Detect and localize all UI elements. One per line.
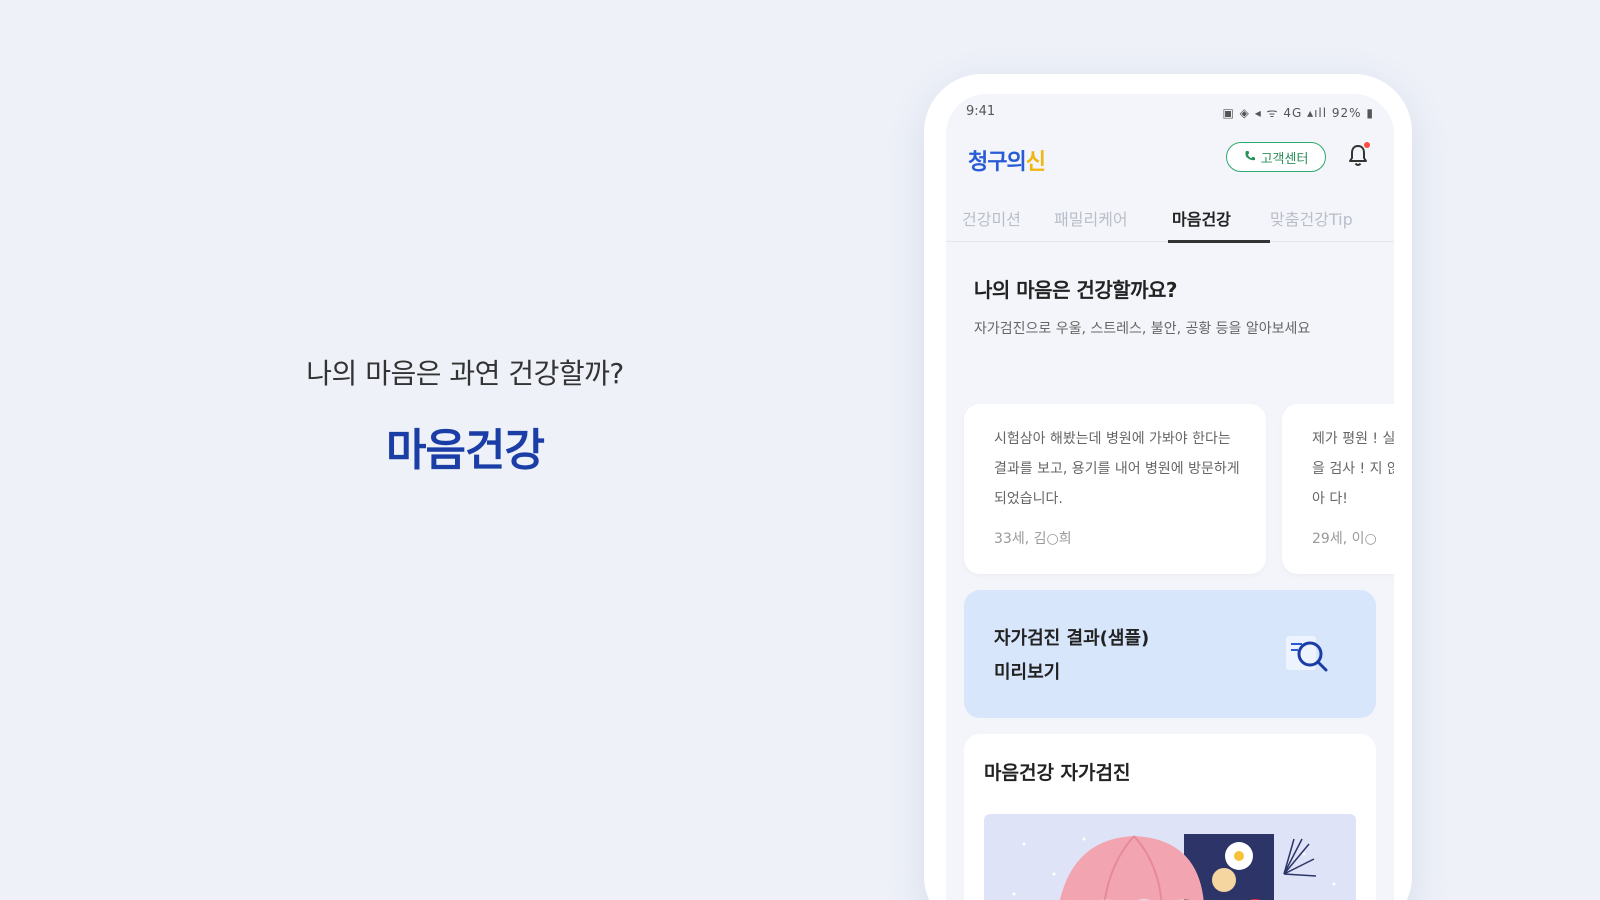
review-text: 시험삼아 해봤는데 병원에 가봐야 한다는 결과를 보고, 용기를 내어 병원에… — [994, 431, 1240, 507]
hero: 나의 마음은 과연 건강할까? 마음건강 — [230, 352, 700, 478]
review-author: 33세, 김○희 — [994, 531, 1072, 547]
preview-sample-result-card[interactable]: 자가검진 결과(샘플) 미리보기 — [964, 590, 1376, 718]
tab-bar: 건강미션 패밀리케어 마음건강 맞춤건강Tip — [946, 196, 1394, 243]
checkup-illustration — [984, 814, 1356, 900]
logo-main: 청구의 — [968, 150, 1027, 175]
preview-title: 자가검진 결과(샘플) 미리보기 — [994, 628, 1150, 683]
status-bar: 9:41 ▣ ◈ ◂ ᯤ 4G ▴ıll 92% ▮ — [964, 102, 1376, 122]
hero-subtitle: 나의 마음은 과연 건강할까? — [306, 357, 624, 390]
customer-center-button[interactable]: 고객센터 — [1226, 142, 1326, 172]
customer-center-label: 고객센터 — [1260, 151, 1309, 167]
logo-accent: 신 — [1025, 150, 1046, 175]
intro-title: 나의 마음은 건강할까요? — [974, 278, 1178, 302]
umbrella-illustration-icon — [1012, 834, 1336, 900]
review-card[interactable]: 시험삼아 해봤는데 병원에 가봐야 한다는 결과를 보고, 용기를 내어 병원에… — [964, 404, 1266, 574]
search-icon — [1286, 636, 1328, 672]
notification-dot — [1364, 142, 1370, 148]
app-bar: 청구의신 고객센터 — [946, 134, 1394, 178]
checkup-title: 마음건강 자가검진 — [984, 762, 1131, 784]
review-card[interactable]: 제가 평원 ! 실을 검사 ! 지 않아 다! 29세, 이○ — [1282, 404, 1394, 574]
review-text: 제가 평원 ! 실을 검사 ! 지 않아 다! — [1312, 431, 1394, 507]
review-author: 29세, 이○ — [1312, 531, 1377, 547]
tab-mind-health[interactable]: 마음건강 — [1172, 206, 1231, 230]
app-logo[interactable]: 청구의신 — [968, 144, 1046, 176]
phone-screen: 9:41 ▣ ◈ ◂ ᯤ 4G ▴ıll 92% ▮ 청구의신 고객센터 건강미… — [946, 94, 1394, 900]
status-icons: ▣ ◈ ◂ ᯤ 4G ▴ıll 92% ▮ — [1222, 106, 1374, 120]
phone-icon — [1244, 150, 1256, 165]
self-checkup-card[interactable]: 마음건강 자가검진 — [964, 734, 1376, 900]
tab-family-care[interactable]: 패밀리케어 — [1054, 206, 1128, 230]
active-tab-indicator — [1168, 240, 1270, 243]
intro-description: 자가검진으로 우울, 스트레스, 불안, 공황 등을 알아보세요 — [974, 321, 1311, 337]
status-time: 9:41 — [966, 104, 996, 119]
notification-button[interactable] — [1344, 142, 1372, 170]
tab-health-mission[interactable]: 건강미션 — [962, 206, 1021, 230]
tab-custom-health-tip[interactable]: 맞춤건강Tip — [1270, 206, 1353, 230]
hero-title: 마음건강 — [386, 425, 545, 476]
